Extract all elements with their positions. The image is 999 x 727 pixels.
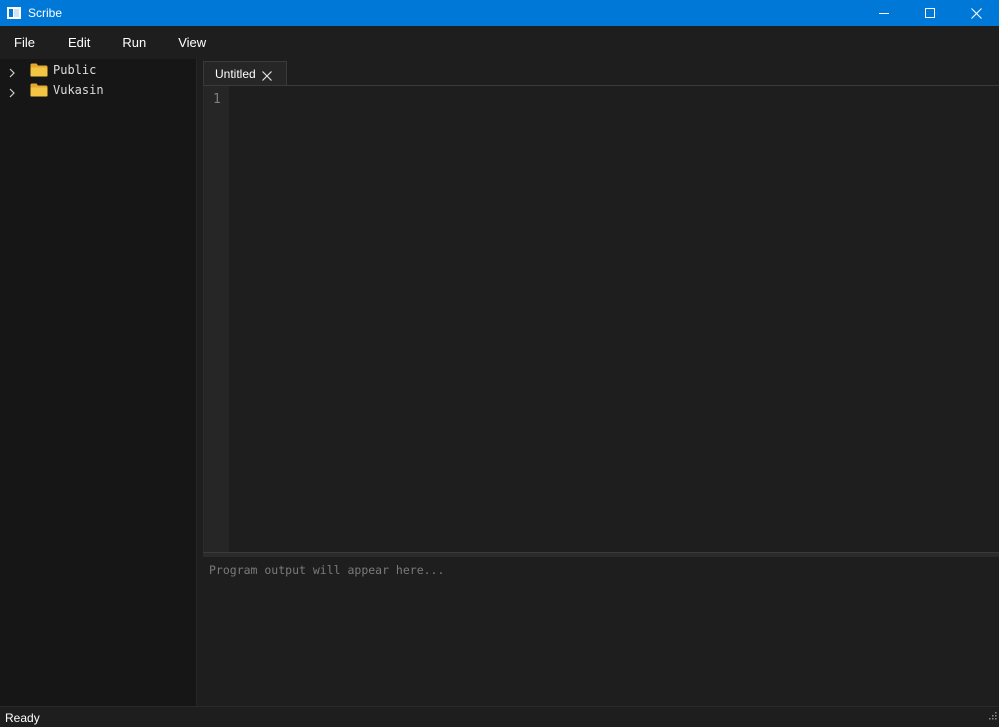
resize-grip-icon[interactable] [987, 707, 997, 725]
tree-item-label: Vukasin [53, 83, 104, 97]
close-icon[interactable] [262, 68, 272, 86]
editor-tab-strip: Untitled [198, 59, 999, 85]
status-text: Ready [5, 711, 40, 725]
tree-item-vukasin[interactable]: Vukasin [0, 80, 197, 100]
minimize-icon [879, 8, 889, 18]
window-controls [861, 0, 999, 26]
close-icon [970, 7, 982, 19]
tree-item-public[interactable]: Public [0, 60, 197, 80]
maximize-icon [925, 8, 935, 18]
menu-view[interactable]: View [178, 35, 206, 50]
minimize-button[interactable] [861, 0, 907, 26]
menu-file[interactable]: File [14, 35, 35, 50]
menu-run[interactable]: Run [122, 35, 146, 50]
line-number: 1 [213, 92, 221, 107]
line-number-gutter: 1 [204, 86, 229, 553]
app-window-icon [7, 7, 21, 19]
chevron-right-icon[interactable] [8, 85, 16, 103]
tab-untitled[interactable]: Untitled [203, 61, 287, 85]
app-window: Scribe File Edit Run View Public Vukasin… [0, 0, 999, 727]
folder-icon [30, 83, 48, 102]
maximize-button[interactable] [907, 0, 953, 26]
close-button[interactable] [953, 0, 999, 26]
menu-bar: File Edit Run View [0, 26, 999, 59]
title-bar[interactable]: Scribe [0, 0, 999, 26]
tree-item-label: Public [53, 63, 97, 77]
menu-edit[interactable]: Edit [68, 35, 90, 50]
output-placeholder: Program output will appear here... [209, 563, 445, 577]
code-text-area[interactable] [229, 86, 999, 553]
window-title: Scribe [28, 6, 63, 20]
tab-label: Untitled [215, 66, 256, 81]
file-tree-sidebar: Public Vukasin [0, 59, 197, 706]
code-editor[interactable]: 1 [203, 85, 999, 553]
status-bar: Ready [0, 706, 999, 727]
output-panel[interactable]: Program output will appear here... [198, 557, 999, 706]
